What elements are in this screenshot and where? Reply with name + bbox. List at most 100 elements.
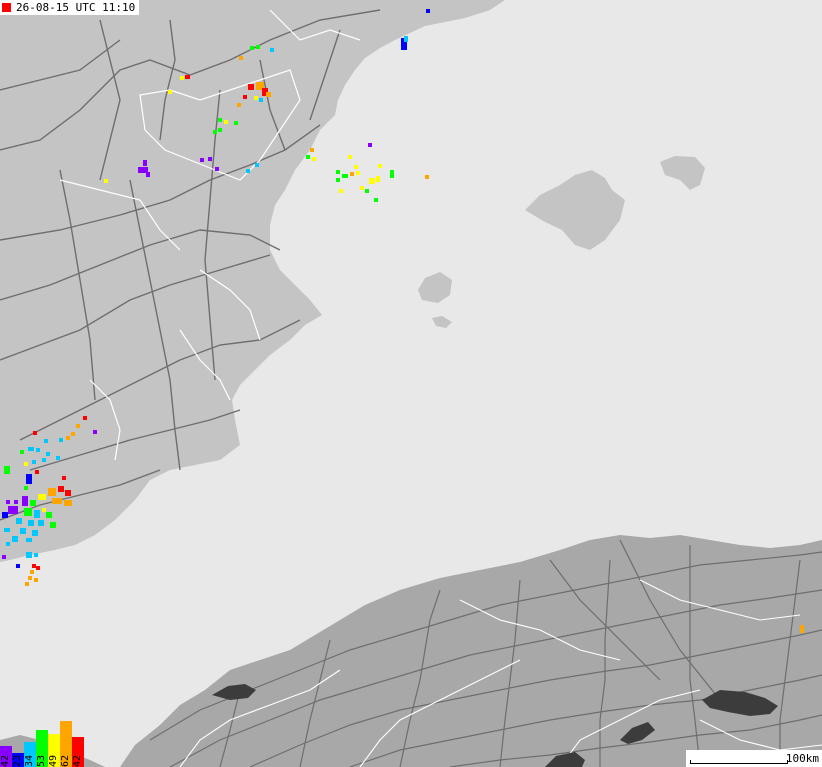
strike: [22, 496, 28, 506]
strike: [310, 148, 314, 152]
strike: [224, 120, 228, 124]
strike: [426, 9, 430, 13]
strike: [365, 189, 369, 193]
strike: [42, 508, 46, 512]
strike: [28, 576, 32, 580]
strike: [254, 96, 258, 100]
strike: [4, 528, 10, 532]
strike: [185, 75, 190, 79]
strike: [28, 447, 34, 451]
strike: [48, 488, 56, 496]
strike: [374, 198, 378, 202]
legend-count: 53: [36, 754, 47, 767]
strike: [28, 520, 34, 526]
strike: [76, 424, 80, 428]
legend-bar: 42: [72, 737, 84, 767]
legend-count: 42: [72, 754, 83, 767]
strike: [50, 522, 56, 528]
legend-count: 62: [60, 754, 71, 767]
strike: [24, 462, 28, 466]
strike: [35, 470, 39, 474]
strike: [30, 500, 36, 506]
strike: [243, 95, 247, 99]
strike: [237, 103, 241, 107]
strike: [266, 92, 271, 97]
strike: [390, 170, 394, 178]
strike: [36, 566, 40, 570]
legend-bar: 42: [0, 746, 12, 767]
strike: [350, 172, 354, 176]
strike: [250, 46, 254, 50]
strike: [213, 130, 217, 134]
strike: [52, 498, 62, 504]
strike: [38, 494, 46, 500]
legend-count: 49: [48, 754, 59, 767]
strike: [168, 90, 172, 94]
strike: [259, 98, 263, 102]
strike: [369, 178, 375, 184]
strike: [20, 528, 26, 534]
strike: [46, 512, 52, 518]
strike: [312, 157, 316, 161]
strike: [42, 458, 46, 462]
timestamp-header: 26-08-15 UTC 11:10: [0, 0, 140, 15]
strike: [24, 508, 32, 516]
strike: [404, 36, 408, 42]
strike: [44, 439, 48, 443]
strike: [360, 186, 364, 190]
strike: [38, 520, 44, 526]
strike: [256, 45, 260, 49]
strike: [66, 436, 70, 440]
strike: [71, 432, 75, 436]
strike: [376, 176, 380, 182]
strike: [30, 570, 34, 574]
strike: [143, 160, 147, 166]
strike: [93, 430, 97, 434]
strike: [6, 542, 10, 546]
lightning-map: [0, 0, 822, 767]
strike: [104, 179, 108, 183]
strike: [234, 121, 238, 125]
strike: [26, 474, 32, 484]
strike: [215, 167, 219, 171]
strike: [36, 448, 40, 452]
strike: [336, 170, 340, 174]
legend-bar: 49: [48, 734, 60, 767]
strike: [26, 552, 32, 558]
strike: [65, 490, 71, 496]
strike: [146, 172, 150, 177]
strike: [248, 84, 254, 90]
strike: [56, 456, 60, 460]
scale-line: [690, 760, 788, 764]
strike: [354, 165, 358, 169]
legend-bar: 62: [60, 721, 72, 767]
strike: [32, 530, 38, 536]
legend: 42 23 34 53 49 62 42: [0, 721, 84, 767]
strike: [8, 506, 18, 514]
strike: [356, 171, 360, 175]
strike: [2, 512, 8, 518]
strike: [425, 175, 429, 179]
strike: [25, 582, 29, 586]
strike: [14, 500, 18, 504]
strike: [16, 518, 22, 524]
strike: [32, 460, 36, 464]
header-marker: [2, 3, 11, 12]
strike: [33, 431, 37, 435]
strike: [218, 128, 222, 132]
strike: [208, 157, 212, 161]
strike: [239, 56, 243, 60]
strike: [2, 555, 6, 559]
strike: [34, 510, 40, 518]
strike: [368, 143, 372, 147]
strike: [342, 174, 348, 178]
strike: [4, 466, 10, 474]
timestamp-label: 26-08-15 UTC 11:10: [16, 1, 136, 14]
strike: [32, 564, 36, 568]
strike: [34, 553, 38, 557]
strike: [59, 438, 63, 442]
strike: [270, 48, 274, 52]
strike: [218, 118, 222, 122]
scale-bar: 100km: [686, 750, 822, 767]
strike: [348, 155, 352, 159]
